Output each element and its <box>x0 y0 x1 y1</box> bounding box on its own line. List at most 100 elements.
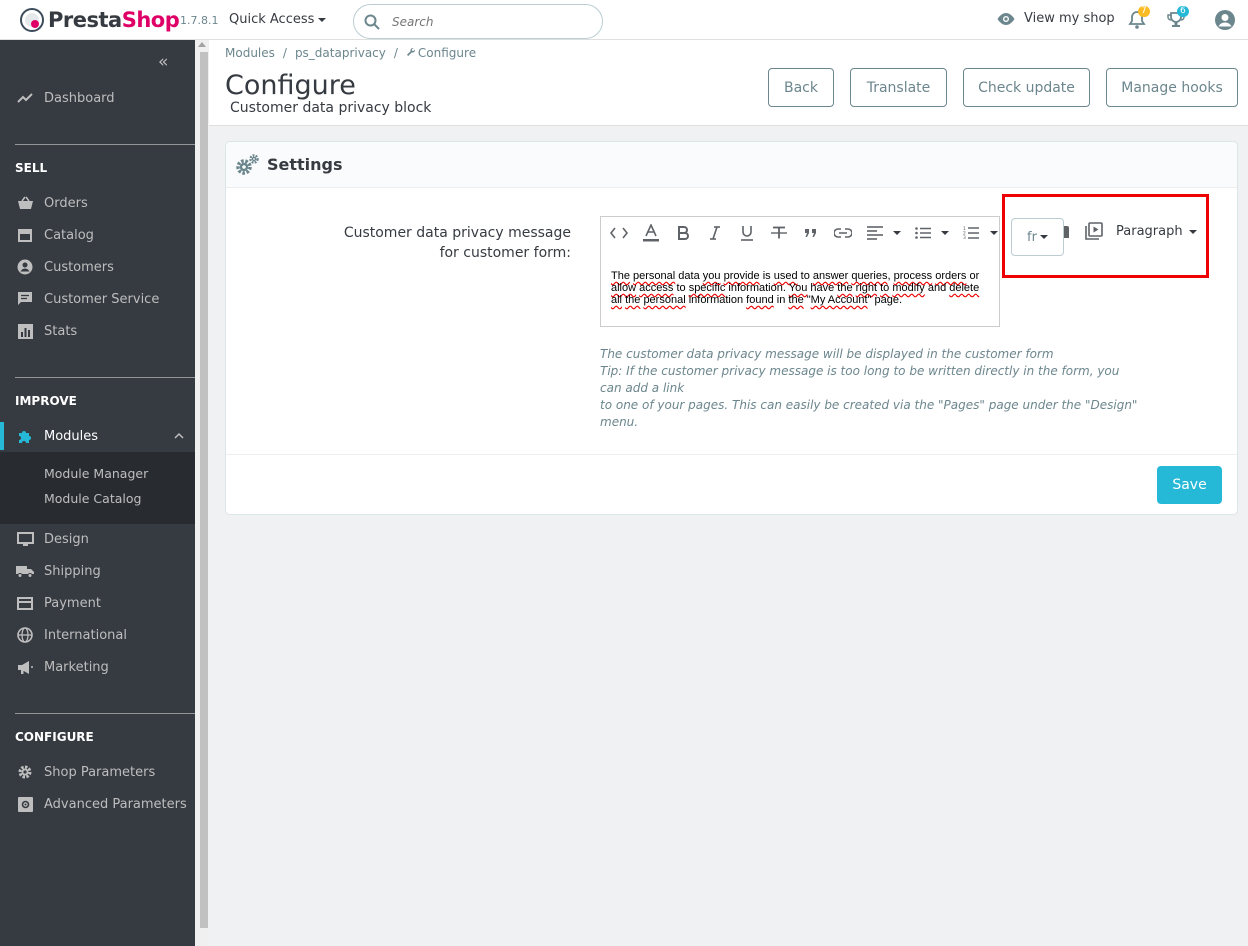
source-code-icon[interactable] <box>609 224 629 242</box>
trending-up-icon <box>16 89 34 107</box>
sidebar-item-label: Advanced Parameters <box>44 796 187 812</box>
breadcrumb: Modules / ps_dataprivacy / Configure <box>225 46 476 60</box>
quick-access-dropdown[interactable]: Quick Access <box>229 12 327 27</box>
help-line: to one of your pages. This can easily be… <box>600 398 1138 429</box>
gear-icon <box>16 763 34 781</box>
language-selector[interactable]: fr <box>1011 218 1064 256</box>
spellcheck-word: access <box>639 282 674 294</box>
spellcheck-word: orders <box>935 270 967 282</box>
sidebar-item-catalog[interactable]: Catalog <box>0 221 195 249</box>
sidebar-item-international[interactable]: International <box>0 621 195 649</box>
search-box[interactable] <box>353 4 603 39</box>
collapse-sidebar-icon[interactable]: « <box>158 52 168 72</box>
breadcrumb-modules[interactable]: Modules <box>225 46 275 60</box>
spellcheck-word: the <box>625 294 641 306</box>
search-input[interactable] <box>392 12 592 32</box>
privacy-message-text[interactable]: The personal data you provide is used to… <box>611 270 989 306</box>
media-video-icon[interactable] <box>1085 222 1103 244</box>
sidebar-item-shipping[interactable]: Shipping <box>0 557 195 585</box>
orders-notification[interactable]: 7 <box>1127 6 1150 32</box>
spellcheck-word: you <box>702 270 721 282</box>
employee-account-icon[interactable] <box>1214 9 1236 31</box>
scroll-up-icon[interactable] <box>198 42 206 47</box>
megaphone-icon <box>16 658 34 676</box>
align-dropdown-chevron-icon[interactable] <box>893 231 901 235</box>
sidebar-item-advanced-parameters[interactable]: Advanced Parameters <box>0 790 195 818</box>
sidebar-item-label: Stats <box>44 323 78 339</box>
sidebar-item-label: Dashboard <box>44 90 115 106</box>
underline-icon[interactable] <box>737 224 757 242</box>
sidebar-item-customer-service[interactable]: Customer Service <box>0 285 195 313</box>
link-icon[interactable] <box>833 224 853 242</box>
spellcheck-word: personal <box>633 270 676 282</box>
puffin-logo-icon <box>20 8 44 32</box>
privacy-message-editor[interactable]: 123 The personal data you provide is use… <box>600 216 1000 327</box>
block-format-dropdown[interactable]: Paragraph <box>1116 224 1197 239</box>
sidebar-item-dashboard[interactable]: Dashboard <box>0 84 195 112</box>
text-fragment: is <box>759 270 774 282</box>
globe-icon <box>16 626 34 644</box>
sidebar-item-label: Shipping <box>44 563 101 579</box>
chevron-down-icon <box>1188 229 1197 234</box>
brand-prefix: Presta <box>48 8 122 32</box>
credit-card-icon <box>16 594 34 612</box>
translate-button[interactable]: Translate <box>850 68 947 107</box>
svg-text:3: 3 <box>963 235 966 240</box>
bullet-list-chevron-icon[interactable] <box>941 231 949 235</box>
sidebar-item-payment[interactable]: Payment <box>0 589 195 617</box>
orders-badge: 7 <box>1138 6 1150 17</box>
numbered-list-icon[interactable]: 123 <box>961 224 981 242</box>
sidebar-item-stats[interactable]: Stats <box>0 317 195 345</box>
sidebar-item-customers[interactable]: Customers <box>0 253 195 281</box>
manage-hooks-button[interactable]: Manage hooks <box>1106 68 1238 107</box>
help-line: The customer data privacy message will b… <box>600 347 1054 361</box>
align-left-icon[interactable] <box>865 224 885 242</box>
scrollbar-thumb[interactable] <box>200 52 208 928</box>
block-format-label: Paragraph <box>1116 224 1183 239</box>
chevron-down-icon <box>318 17 327 22</box>
section-title-configure: CONFIGURE <box>15 730 94 744</box>
breadcrumb-module[interactable]: ps_dataprivacy <box>295 46 386 60</box>
panel-title: Settings <box>267 155 343 174</box>
save-button[interactable]: Save <box>1157 466 1222 504</box>
submenu-item-module-manager[interactable]: Module Manager <box>44 466 148 481</box>
bullet-list-icon[interactable] <box>913 224 933 242</box>
bold-icon[interactable] <box>673 224 693 242</box>
customers-notification[interactable]: 6 <box>1166 6 1189 32</box>
sidebar-item-marketing[interactable]: Marketing <box>0 653 195 681</box>
sidebar-item-label: Shop Parameters <box>44 764 156 780</box>
privacy-message-label: Customer data privacy message for custom… <box>343 225 571 261</box>
numbered-list-chevron-icon[interactable] <box>990 231 998 235</box>
text-color-icon[interactable] <box>641 224 661 242</box>
text-fragment: " page. <box>867 294 903 306</box>
text-fragment: to <box>673 282 689 294</box>
sidebar-item-orders[interactable]: Orders <box>0 189 195 217</box>
italic-icon[interactable] <box>705 224 725 242</box>
sidebar-item-label: Customer Service <box>44 291 160 307</box>
sidebar-item-label: Customers <box>44 259 114 275</box>
chat-icon <box>16 290 34 308</box>
breadcrumb-separator: / <box>282 46 287 60</box>
help-line: Tip: If the customer privacy message is … <box>600 364 1120 395</box>
strikethrough-icon[interactable] <box>769 224 789 242</box>
back-button[interactable]: Back <box>768 68 834 107</box>
modules-submenu: Module Manager Module Catalog <box>0 452 195 524</box>
spellcheck-word: personal <box>643 294 686 306</box>
monitor-icon <box>16 530 34 548</box>
blockquote-icon[interactable] <box>801 224 821 242</box>
page-header: Modules / ps_dataprivacy / Configure Con… <box>209 40 1248 126</box>
view-my-shop-link[interactable]: View my shop <box>996 11 1115 26</box>
sidebar-item-modules[interactable]: Modules <box>0 422 195 450</box>
section-title-sell: SELL <box>15 161 48 175</box>
spellcheck-word: to <box>880 282 890 294</box>
check-update-button[interactable]: Check update <box>963 68 1090 107</box>
spellcheck-word: My Account <box>810 294 868 306</box>
sidebar-item-shop-parameters[interactable]: Shop Parameters <box>0 758 195 786</box>
prestashop-logo[interactable]: PrestaShop <box>20 8 180 32</box>
version-label: 1.7.8.1 <box>180 14 219 27</box>
sidebar-item-design[interactable]: Design <box>0 525 195 553</box>
text-fragment: data <box>675 270 703 282</box>
text-fragment: information <box>685 294 747 306</box>
submenu-item-module-catalog[interactable]: Module Catalog <box>44 491 141 506</box>
sidebar-item-label: Modules <box>44 428 99 444</box>
